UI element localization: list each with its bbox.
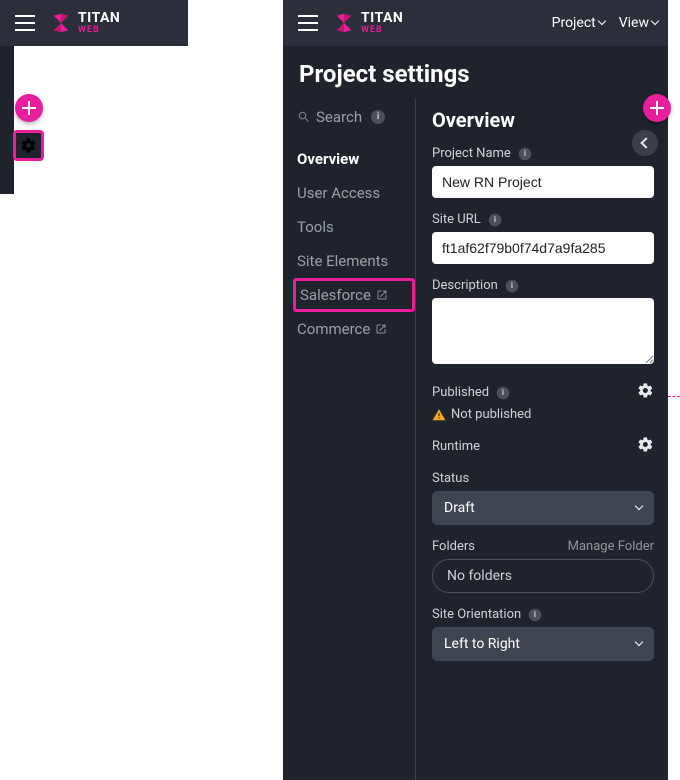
info-icon: i [497, 386, 510, 399]
left-rail [0, 46, 14, 194]
site-url-input[interactable] [432, 232, 654, 264]
info-icon: i [519, 147, 532, 160]
view-menu[interactable]: View [619, 15, 658, 31]
site-orientation-label: Site Orientation [432, 607, 521, 622]
gear-icon [637, 382, 654, 399]
nav-overview[interactable]: Overview [297, 142, 415, 176]
chevron-down-icon [651, 17, 659, 25]
gear-icon [20, 137, 37, 154]
brand-name: TITAN [361, 11, 403, 25]
search-input[interactable]: Search i [297, 108, 415, 126]
gear-icon [637, 436, 654, 453]
site-orientation-value: Left to Right [444, 636, 520, 652]
page-title: Project settings [299, 60, 652, 88]
collapse-panel-button[interactable] [632, 130, 658, 156]
add-button[interactable] [643, 94, 671, 122]
brand-logo: TITAN WEB [333, 11, 403, 35]
brand-logo: TITAN WEB [50, 11, 120, 35]
titan-logo-icon [333, 12, 355, 34]
guide-line [668, 396, 680, 397]
status-value: Draft [444, 500, 475, 516]
status-select[interactable]: Draft [432, 491, 654, 525]
chevron-down-icon [635, 638, 643, 646]
published-status: Not published [451, 407, 531, 422]
site-orientation-select[interactable]: Left to Right [432, 627, 654, 661]
brand-name: TITAN [78, 11, 120, 25]
info-icon: i [488, 213, 501, 226]
project-name-label: Project Name [432, 146, 511, 161]
chevron-down-icon [635, 502, 643, 510]
manage-folder-link[interactable]: Manage Folder [568, 539, 654, 554]
status-label: Status [432, 471, 469, 486]
add-button[interactable] [15, 94, 43, 122]
brand-sub: WEB [78, 25, 120, 35]
chevron-down-icon [597, 17, 605, 25]
nav-tools[interactable]: Tools [297, 210, 415, 244]
brand-sub: WEB [361, 25, 403, 35]
nav-site-elements[interactable]: Site Elements [297, 244, 415, 278]
settings-button[interactable] [13, 130, 44, 161]
folders-value: No folders [432, 559, 654, 593]
plus-icon [650, 101, 664, 115]
titan-logo-icon [50, 12, 72, 34]
nav-user-access[interactable]: User Access [297, 176, 415, 210]
info-icon: i [371, 110, 385, 124]
overview-heading: Overview [432, 108, 654, 132]
search-icon [297, 110, 311, 124]
project-name-input[interactable] [432, 166, 654, 198]
nav-commerce[interactable]: Commerce [297, 312, 415, 346]
info-icon: i [506, 279, 519, 292]
description-label: Description [432, 278, 498, 293]
runtime-label: Runtime [432, 439, 480, 454]
nav-salesforce[interactable]: Salesforce [293, 278, 415, 312]
info-icon: i [529, 608, 542, 621]
external-link-icon [376, 289, 388, 301]
project-menu-label: Project [552, 15, 596, 31]
plus-icon [22, 101, 36, 115]
menu-icon[interactable] [293, 10, 323, 36]
project-menu[interactable]: Project [552, 15, 605, 31]
menu-icon[interactable] [10, 10, 40, 36]
published-settings-button[interactable] [637, 382, 654, 403]
published-label: Published [432, 385, 489, 400]
warning-icon [432, 408, 446, 422]
site-url-label: Site URL [432, 212, 481, 227]
external-link-icon [375, 323, 387, 335]
description-input[interactable] [432, 298, 654, 364]
view-menu-label: View [619, 15, 649, 31]
search-placeholder: Search [316, 108, 362, 126]
runtime-settings-button[interactable] [637, 436, 654, 457]
folders-label: Folders [432, 539, 475, 554]
